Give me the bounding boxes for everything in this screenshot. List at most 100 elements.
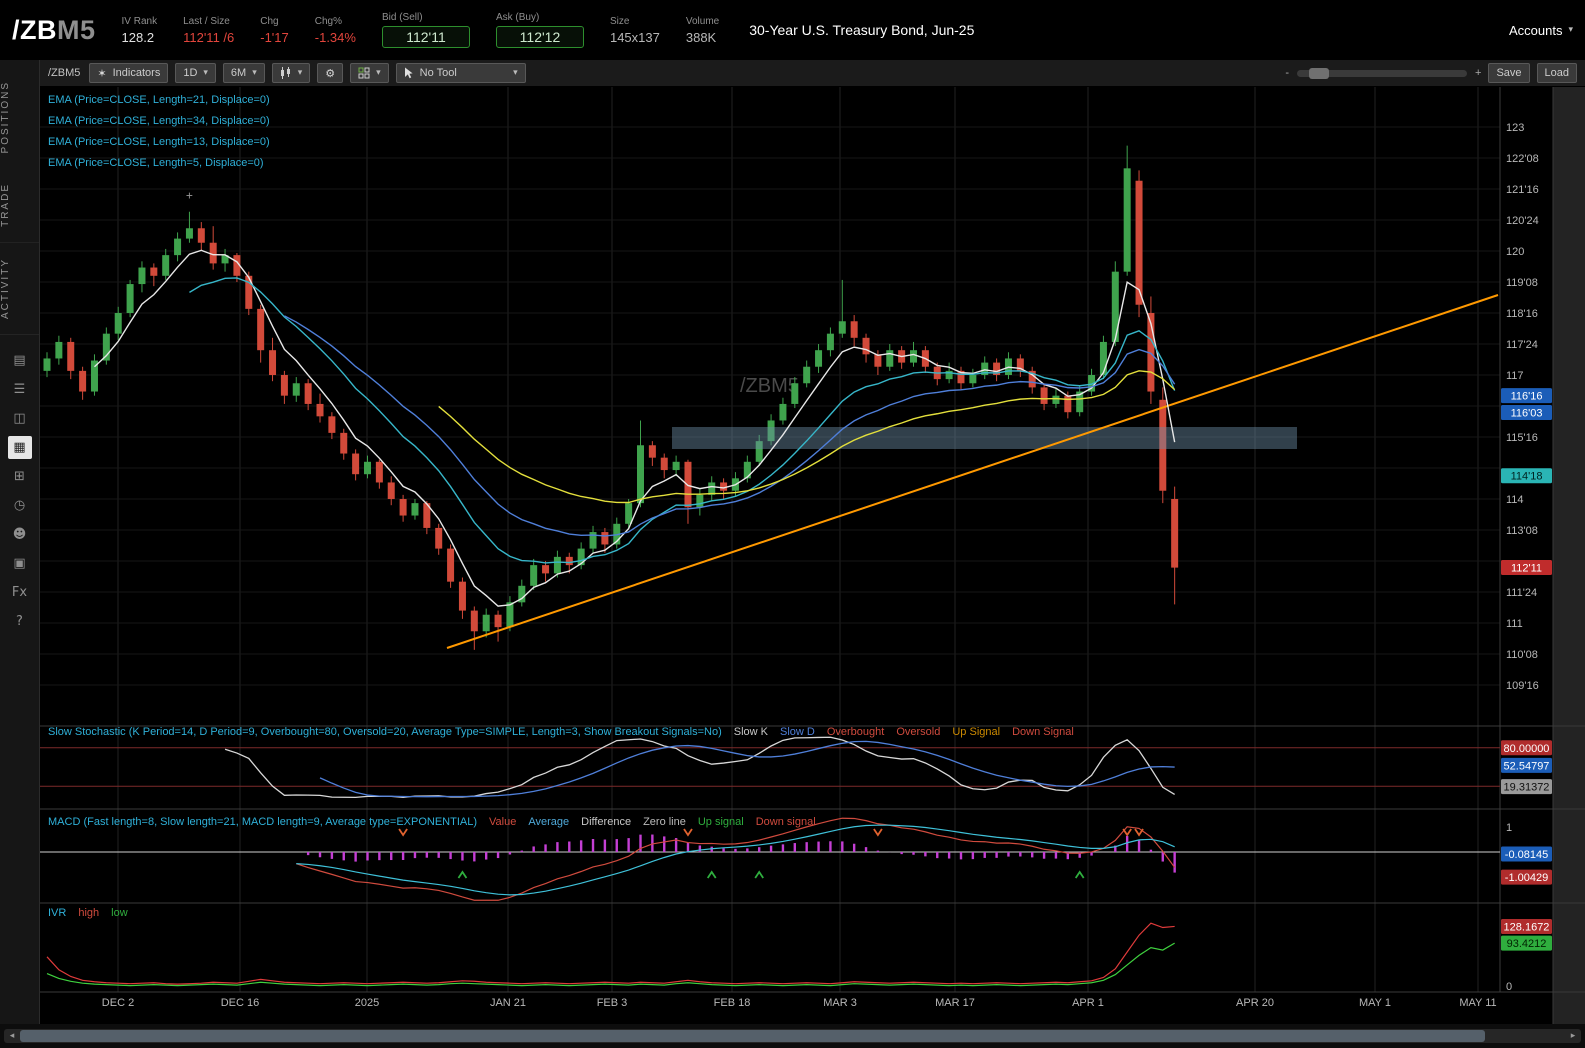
support-zone-rectangle	[672, 427, 1297, 449]
widgets-grid-icon[interactable]: ⊞	[8, 465, 32, 488]
svg-text:APR 1: APR 1	[1072, 997, 1104, 1009]
chg-pct-field: Chg% -1.34%	[315, 16, 356, 45]
sidebar-tab-positions[interactable]: POSITIONS	[0, 66, 39, 168]
trading-app: /ZBM5 IV Rank 128.2 Last / Size 112'11 /…	[0, 0, 1585, 1048]
svg-text:MAY 11: MAY 11	[1459, 997, 1496, 1009]
scroll-left-icon[interactable]: ◂	[4, 1031, 20, 1041]
svg-text:120'24: 120'24	[1506, 215, 1539, 227]
sidebar-tab-activity[interactable]: ACTIVITY	[0, 243, 39, 336]
indicators-button[interactable]: ✶ Indicators	[89, 63, 169, 83]
svg-text:111'24: 111'24	[1506, 587, 1537, 599]
range-dropdown[interactable]: 6M ▾	[222, 63, 265, 83]
symbol: /ZBM5	[12, 15, 96, 46]
instrument-title: 30-Year U.S. Treasury Bond, Jun-25	[749, 22, 975, 38]
sidebar-tab-trade[interactable]: TRADE	[0, 168, 39, 244]
axis-badge: -0.08145	[1501, 846, 1552, 862]
svg-text:19.31372: 19.31372	[1504, 782, 1550, 794]
axis-badge: -1.00429	[1501, 869, 1552, 885]
community-icon[interactable]: ☻	[8, 523, 32, 546]
svg-text:114'18: 114'18	[1511, 471, 1543, 483]
fx-icon[interactable]: Fx	[8, 581, 32, 604]
zoom-slider[interactable]	[1297, 67, 1467, 79]
svg-text:MAR 17: MAR 17	[935, 997, 975, 1009]
svg-text:118'16: 118'16	[1506, 308, 1538, 320]
svg-text:123: 123	[1506, 122, 1524, 134]
watchlist-icon[interactable]: ☰	[8, 378, 32, 401]
axis-badge: 112'11	[1501, 559, 1552, 575]
last-size-field: Last / Size 112'11 /6	[183, 16, 234, 45]
ask-field: Ask (Buy) 112'12	[495, 12, 584, 48]
zoom-in-button[interactable]: +	[1475, 67, 1481, 79]
drawing-tool-dropdown[interactable]: No Tool ▾	[395, 63, 526, 83]
volume-field: Volume 388K	[686, 16, 719, 45]
monitor-icon[interactable]: ▤	[8, 349, 32, 372]
svg-text:114: 114	[1506, 494, 1524, 506]
last-size-label: Last / Size	[183, 15, 230, 27]
zoom-out-button[interactable]: -	[1285, 67, 1289, 79]
chart-type-dropdown[interactable]: ▾	[271, 63, 311, 83]
volume-value: 388K	[685, 29, 717, 45]
axis-badge: 52.54797	[1501, 757, 1552, 773]
scrollbar-handle[interactable]	[20, 1030, 1485, 1042]
drawing-tool-value: No Tool	[419, 67, 457, 79]
chevron-down-icon: ▾	[1568, 25, 1573, 35]
chevron-down-icon: ▾	[252, 68, 257, 78]
chart-canvas[interactable]: /ZBM5 +123 122'08 121'16 120'24 120 119'08 118'…	[40, 87, 1585, 1024]
chg-field: Chg -1'17	[260, 16, 289, 45]
chart-settings-button[interactable]: ⚙	[317, 63, 344, 83]
sidebar-icons: ▤ ☰ ◫ ▦ ⊞ ◷ ☻ ▣ Fx?	[7, 349, 32, 633]
range-value: 6M	[230, 67, 247, 79]
load-button[interactable]: Load	[1536, 63, 1577, 83]
ask-button[interactable]: 112'12	[495, 26, 584, 48]
chart-area: /ZBM5 +123 122'08 121'16 120'24 120 119'08 118'…	[40, 87, 1585, 1024]
svg-text:DEC 2: DEC 2	[102, 997, 134, 1009]
charts-icon[interactable]: ▦	[7, 436, 32, 460]
axis-badge: 80.00000	[1501, 740, 1552, 756]
candlestick-chart-icon	[280, 67, 292, 79]
svg-text:FEB 3: FEB 3	[597, 997, 628, 1009]
layout-grid-dropdown[interactable]: ▾	[350, 63, 389, 83]
chart-symbol-chip[interactable]: /ZBM5	[48, 67, 80, 79]
axis-badge: 93.4212	[1501, 935, 1552, 951]
svg-text:109'16: 109'16	[1506, 680, 1539, 692]
svg-text:116'03: 116'03	[1511, 407, 1543, 419]
scan-icon[interactable]: ◫	[8, 407, 32, 430]
svg-text:FEB 18: FEB 18	[714, 997, 751, 1009]
iv-rank-value: 128.2	[121, 29, 155, 45]
svg-text:MAY 1: MAY 1	[1359, 997, 1391, 1009]
svg-text:80.00000: 80.00000	[1504, 743, 1550, 755]
right-strip	[1553, 87, 1585, 1024]
history-clock-icon[interactable]: ◷	[8, 494, 32, 517]
chevron-down-icon: ▾	[513, 68, 518, 78]
timeframe-dropdown[interactable]: 1D ▾	[175, 63, 216, 83]
watermark: /ZBM5	[740, 375, 799, 397]
size-field: Size 145x137	[610, 16, 660, 45]
bid-field: Bid (Sell) 112'11	[381, 12, 470, 48]
header: /ZBM5 IV Rank 128.2 Last / Size 112'11 /…	[0, 0, 1585, 60]
calendar-icon[interactable]: ▣	[8, 552, 32, 575]
svg-text:APR 20: APR 20	[1236, 997, 1274, 1009]
scroll-right-icon[interactable]: ▸	[1565, 1031, 1581, 1041]
save-button[interactable]: Save	[1488, 63, 1530, 83]
axis-badge: 116'16	[1501, 388, 1552, 404]
svg-text:112'11: 112'11	[1511, 562, 1542, 574]
zoom-control: - +	[1285, 67, 1481, 79]
help-icon[interactable]: ?	[8, 610, 32, 633]
horizontal-scrollbar[interactable]: ◂ ▸	[4, 1029, 1581, 1043]
accounts-label: Accounts	[1508, 22, 1563, 38]
accounts-menu[interactable]: Accounts ▾	[1509, 23, 1573, 38]
svg-text:116'16: 116'16	[1511, 391, 1543, 403]
svg-text:117: 117	[1506, 370, 1524, 382]
peak-marker: +	[186, 188, 193, 202]
svg-text:MAR 3: MAR 3	[823, 997, 857, 1009]
svg-text:115'16: 115'16	[1506, 432, 1538, 444]
chevron-down-icon: ▾	[297, 68, 303, 78]
svg-text:52.54797: 52.54797	[1504, 760, 1550, 772]
volume-label: Volume	[685, 15, 720, 27]
zoom-slider-handle[interactable]	[1309, 67, 1329, 79]
svg-text:1: 1	[1506, 822, 1512, 834]
size-value: 145x137	[609, 29, 660, 45]
ask-label: Ask (Buy)	[495, 12, 540, 23]
bid-button[interactable]: 112'11	[381, 26, 470, 48]
iv-rank-field: IV Rank 128.2	[122, 16, 158, 45]
